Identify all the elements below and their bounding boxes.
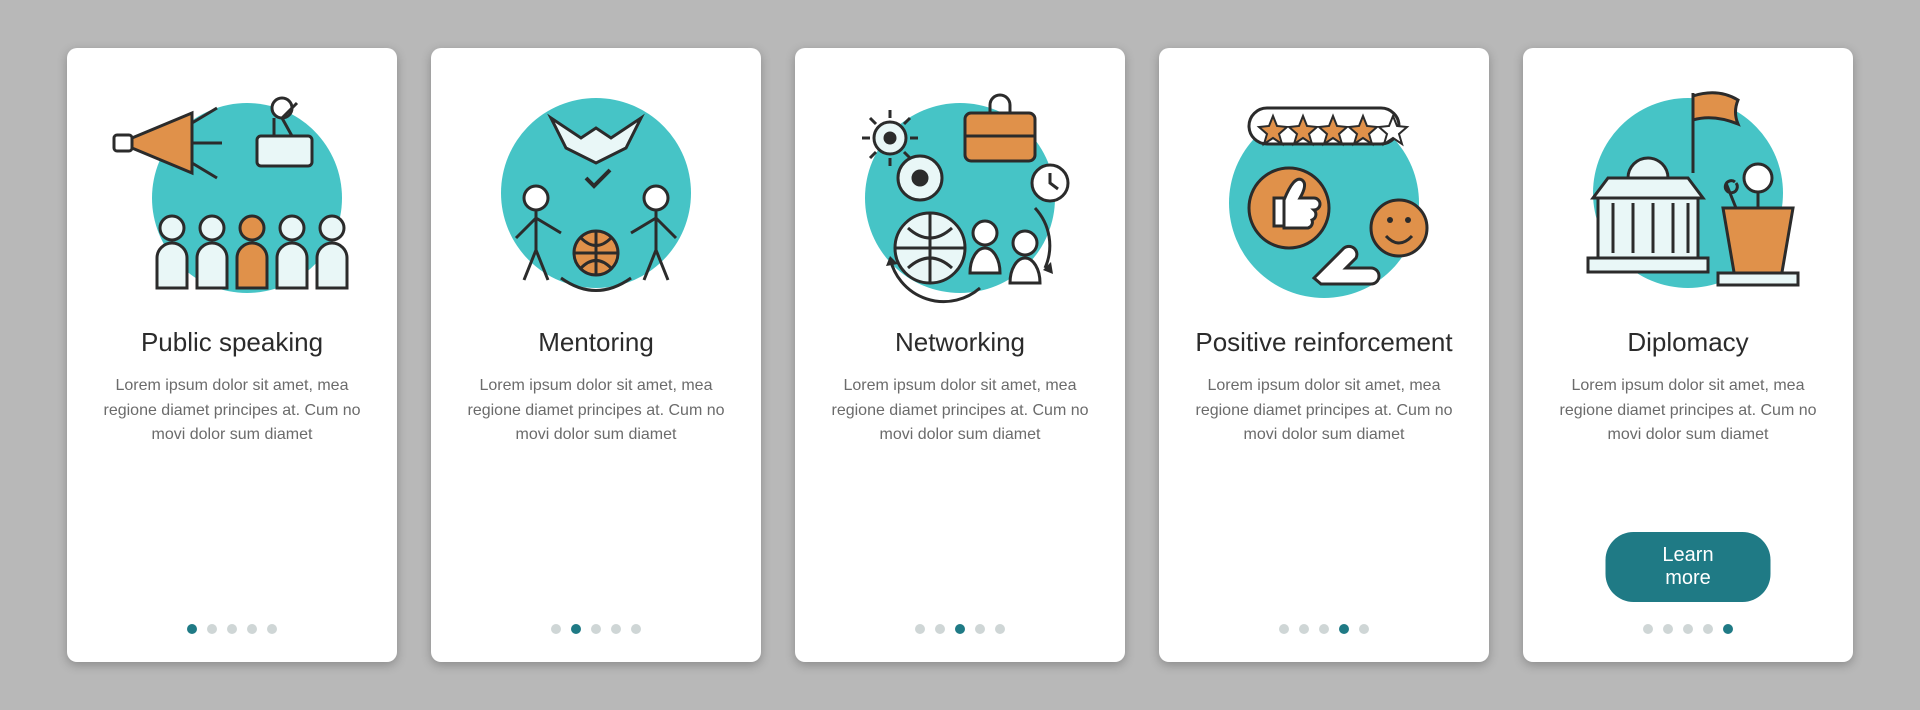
page-indicator — [431, 624, 761, 634]
dot[interactable] — [995, 624, 1005, 634]
page-indicator — [1159, 624, 1489, 634]
dot[interactable] — [611, 624, 621, 634]
dot[interactable] — [1279, 624, 1289, 634]
card-mentoring: Mentoring Lorem ipsum dolor sit amet, me… — [431, 48, 761, 662]
card-title: Public speaking — [141, 328, 323, 358]
dot[interactable] — [591, 624, 601, 634]
handshake-people-icon — [466, 78, 726, 308]
dot[interactable] — [571, 624, 581, 634]
dot[interactable] — [975, 624, 985, 634]
dot[interactable] — [1723, 624, 1733, 634]
dot[interactable] — [631, 624, 641, 634]
learn-more-button[interactable]: Learn more — [1606, 532, 1771, 602]
dot[interactable] — [1643, 624, 1653, 634]
card-title: Positive reinforcement — [1195, 328, 1452, 358]
page-indicator — [67, 624, 397, 634]
card-description: Lorem ipsum dolor sit amet, mea regione … — [1553, 374, 1823, 448]
card-positive-reinforcement: Positive reinforcement Lorem ipsum dolor… — [1159, 48, 1489, 662]
dot[interactable] — [227, 624, 237, 634]
dot[interactable] — [1359, 624, 1369, 634]
dot[interactable] — [1663, 624, 1673, 634]
card-title: Diplomacy — [1627, 328, 1748, 358]
dot[interactable] — [1299, 624, 1309, 634]
globe-gears-briefcase-icon — [830, 78, 1090, 308]
card-description: Lorem ipsum dolor sit amet, mea regione … — [97, 374, 367, 448]
onboarding-cards-row: Public speaking Lorem ipsum dolor sit am… — [27, 48, 1893, 662]
card-networking: Networking Lorem ipsum dolor sit amet, m… — [795, 48, 1125, 662]
dot[interactable] — [935, 624, 945, 634]
stars-thumbsup-smiley-icon — [1194, 78, 1454, 308]
dot[interactable] — [551, 624, 561, 634]
card-diplomacy: Diplomacy Lorem ipsum dolor sit amet, me… — [1523, 48, 1853, 662]
card-public-speaking: Public speaking Lorem ipsum dolor sit am… — [67, 48, 397, 662]
card-description: Lorem ipsum dolor sit amet, mea regione … — [1189, 374, 1459, 448]
government-podium-flag-icon — [1558, 78, 1818, 308]
dot[interactable] — [207, 624, 217, 634]
card-description: Lorem ipsum dolor sit amet, mea regione … — [825, 374, 1095, 448]
dot[interactable] — [247, 624, 257, 634]
card-title: Networking — [895, 328, 1025, 358]
dot[interactable] — [955, 624, 965, 634]
dot[interactable] — [1339, 624, 1349, 634]
dot[interactable] — [1683, 624, 1693, 634]
dot[interactable] — [915, 624, 925, 634]
dot[interactable] — [187, 624, 197, 634]
page-indicator — [1523, 624, 1853, 634]
dot[interactable] — [1319, 624, 1329, 634]
megaphone-crowd-icon — [102, 78, 362, 308]
card-description: Lorem ipsum dolor sit amet, mea regione … — [461, 374, 731, 448]
page-indicator — [795, 624, 1125, 634]
dot[interactable] — [267, 624, 277, 634]
dot[interactable] — [1703, 624, 1713, 634]
card-title: Mentoring — [538, 328, 654, 358]
